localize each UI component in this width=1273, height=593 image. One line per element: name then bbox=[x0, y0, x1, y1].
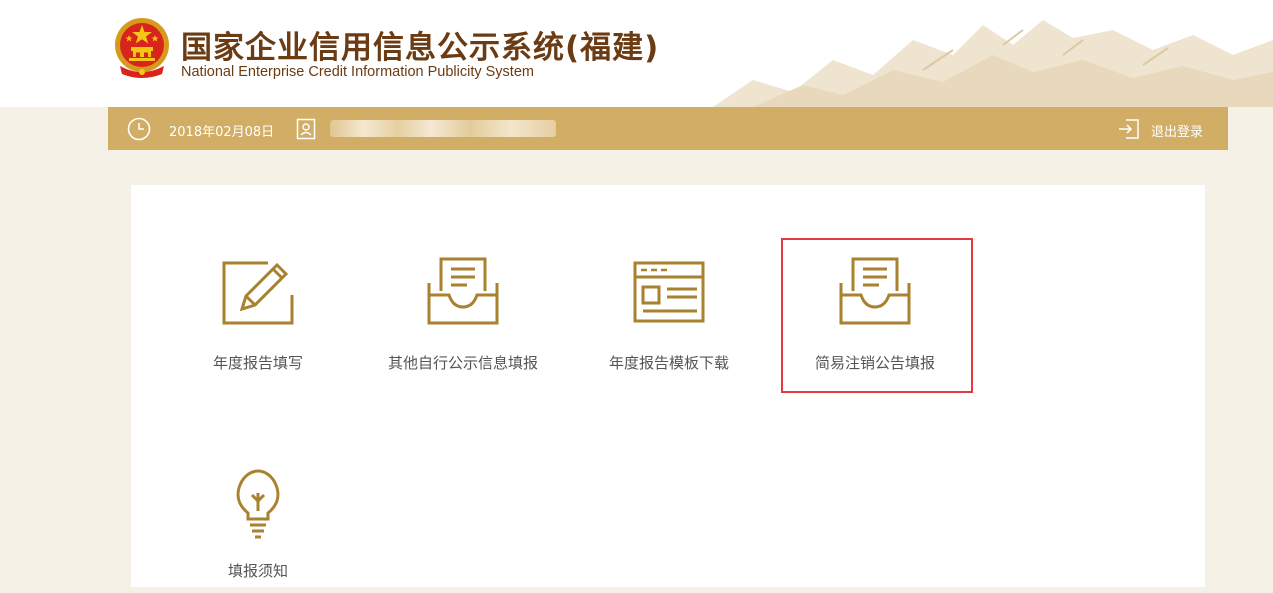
username-blurred bbox=[330, 120, 556, 137]
logout-icon[interactable] bbox=[1118, 118, 1140, 140]
logout-link[interactable]: 退出登录 bbox=[1151, 121, 1203, 140]
selected-highlight-box bbox=[781, 238, 973, 393]
user-info-bar: 2018年02月08日 退出登录 bbox=[108, 107, 1228, 150]
user-id-icon bbox=[296, 118, 316, 140]
annual-report-fill-tile[interactable]: 年度报告填写 bbox=[158, 255, 358, 385]
inbox-tray-icon bbox=[427, 257, 499, 325]
current-date: 2018年02月08日 bbox=[169, 125, 275, 140]
template-window-icon bbox=[633, 261, 705, 323]
national-emblem-logo bbox=[115, 18, 169, 78]
edit-form-icon bbox=[222, 261, 294, 325]
service-menu-panel: 年度报告填写 其他自行公示信息填报 年度报告模板下载 简易注销公告填报 填报须知 bbox=[131, 185, 1205, 587]
lightbulb-icon bbox=[236, 469, 280, 539]
mountain-background-illustration bbox=[713, 20, 1273, 107]
clock-icon bbox=[127, 117, 151, 141]
filing-notes-tile[interactable]: 填报须知 bbox=[158, 463, 358, 593]
annual-template-download-tile[interactable]: 年度报告模板下载 bbox=[569, 255, 769, 385]
site-subtitle-english: National Enterprise Credit Information P… bbox=[181, 64, 534, 80]
annual-report-fill-label: 年度报告填写 bbox=[212, 354, 303, 372]
other-info-publicity-tile[interactable]: 其他自行公示信息填报 bbox=[363, 255, 563, 385]
filing-notes-label: 填报须知 bbox=[227, 562, 288, 580]
site-header: 国家企业信用信息公示系统(福建) National Enterprise Cre… bbox=[0, 0, 1273, 107]
site-title: 国家企业信用信息公示系统(福建) bbox=[181, 30, 660, 66]
other-info-publicity-label: 其他自行公示信息填报 bbox=[387, 354, 538, 372]
annual-template-download-label: 年度报告模板下载 bbox=[608, 354, 729, 372]
